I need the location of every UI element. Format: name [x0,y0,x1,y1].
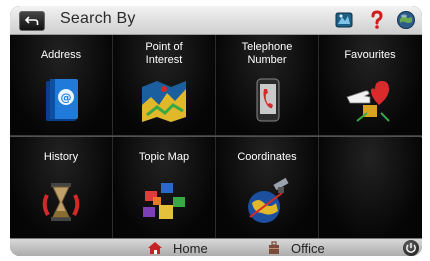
svg-text:@: @ [61,91,72,104]
globe-icon[interactable] [396,10,416,30]
menu-row-2: History Topic Map Coordinates [10,137,422,238]
column-divider [318,35,319,136]
office-label: Office [291,240,325,256]
menu-item-label: Address [40,49,82,61]
map-icon[interactable] [334,10,354,30]
power-button[interactable] [403,240,419,256]
menu-item-address[interactable]: Address @ [10,35,112,136]
title-bar: Search By [10,6,422,35]
menu-row-1: Address @ Point of Interest Telephone Nu… [10,35,422,136]
topic-map-icon [143,183,185,219]
menu-item-label: Coordinates [237,151,297,163]
office-button[interactable]: Office [267,239,325,256]
hourglass-icon [42,183,80,221]
column-divider [318,137,319,238]
home-label: Home [173,240,208,256]
power-icon [406,243,416,253]
menu-item-label: Topic Map [138,151,190,163]
menu-item-label: Telephone Number [241,41,293,66]
satellite-globe-icon [248,177,289,223]
device-frame: Search By Address @ Point of Interest Te… [10,6,422,256]
home-icon [148,242,162,254]
poi-map-icon [142,81,186,122]
column-divider [215,35,216,136]
back-arrow-icon [25,16,39,25]
menu-item-empty [319,137,421,238]
favourites-icon [346,81,390,122]
address-book-icon: @ [46,79,78,121]
menu-item-label: Point of Interest [145,41,183,66]
menu-item-label: Favourites [344,49,396,61]
menu-item-label: History [43,151,79,163]
column-divider [112,35,113,136]
menu-item-history[interactable]: History [10,137,112,238]
column-divider [112,137,113,238]
column-divider [215,137,216,238]
search-menu-grid: Address @ Point of Interest Telephone Nu… [10,35,422,238]
bottom-bar: Home Office [10,238,422,256]
menu-item-point-of-interest[interactable]: Point of Interest [113,35,215,136]
menu-item-telephone-number[interactable]: Telephone Number [216,35,318,136]
back-button[interactable] [19,11,45,31]
office-icon [269,241,279,254]
help-icon[interactable] [367,10,387,30]
menu-item-favourites[interactable]: Favourites [319,35,421,136]
screen: Search By Address @ Point of Interest Te… [0,0,430,261]
telephone-icon [256,78,280,122]
menu-item-coordinates[interactable]: Coordinates [216,137,318,238]
page-title: Search By [60,10,136,27]
menu-item-topic-map[interactable]: Topic Map [113,137,215,238]
home-button[interactable]: Home [147,239,208,256]
